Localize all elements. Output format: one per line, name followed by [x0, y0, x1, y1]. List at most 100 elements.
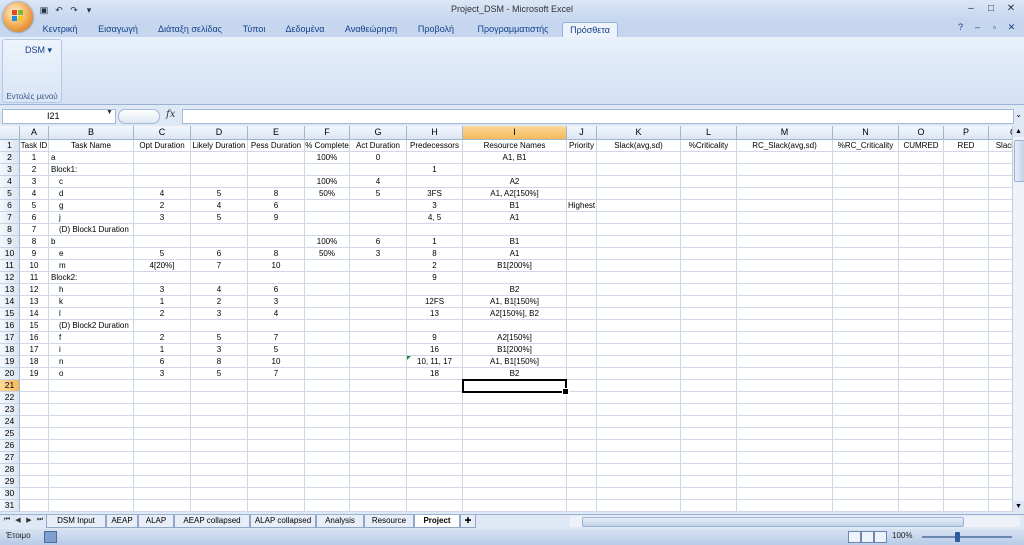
data-cell[interactable]: 4	[350, 176, 406, 188]
tab-insert[interactable]: Εισαγωγή	[92, 22, 144, 37]
tab-review[interactable]: Αναθεώρηση	[340, 22, 402, 37]
data-cell[interactable]: A1	[463, 248, 566, 260]
data-cell[interactable]: B2	[463, 284, 566, 296]
data-cell[interactable]: 10	[248, 356, 304, 368]
data-cell[interactable]: 7	[248, 332, 304, 344]
minimize-icon[interactable]: –	[962, 2, 980, 15]
dsm-menu-button[interactable]: DSM ▾	[25, 45, 52, 56]
data-cell[interactable]: 8	[191, 356, 247, 368]
horizontal-scroll-thumb[interactable]	[582, 517, 964, 527]
data-cell[interactable]: 6	[191, 248, 247, 260]
data-cell[interactable]: d	[59, 188, 63, 200]
data-cell[interactable]: B1[200%]	[463, 344, 566, 356]
data-cell[interactable]: 12	[20, 284, 48, 296]
row-header[interactable]: 16	[0, 320, 20, 332]
sheet-tab[interactable]: DSM Input	[46, 515, 106, 528]
data-cell[interactable]: B1	[463, 200, 566, 212]
vertical-scroll-thumb[interactable]	[1014, 140, 1024, 182]
data-cell[interactable]: 3	[134, 284, 190, 296]
data-cell[interactable]: m	[59, 260, 66, 272]
data-cell[interactable]: B1[200%]	[463, 260, 566, 272]
formula-cancel-enter[interactable]	[118, 109, 160, 124]
row-header[interactable]: 15	[0, 308, 20, 320]
column-title-cell[interactable]: Resource Names	[463, 140, 566, 152]
data-cell[interactable]: 3	[407, 200, 462, 212]
row-header[interactable]: 7	[0, 212, 20, 224]
column-title-cell[interactable]: %RC_Criticality	[833, 140, 898, 152]
error-indicator-icon[interactable]	[407, 356, 411, 360]
row-header[interactable]: 17	[0, 332, 20, 344]
data-cell[interactable]: 7	[248, 368, 304, 380]
data-cell[interactable]: A2[150%]	[463, 332, 566, 344]
sheet-tab[interactable]: AEAP	[106, 515, 138, 528]
spreadsheet-grid[interactable]: ABCDEFGHIJKLMNOPQ 1234567891011121314151…	[0, 126, 1012, 512]
data-cell[interactable]: 6	[20, 212, 48, 224]
zoom-level[interactable]: 100%	[892, 531, 912, 540]
data-cell[interactable]: 1	[407, 236, 462, 248]
data-cell[interactable]: 2	[134, 200, 190, 212]
data-cell[interactable]: 2	[191, 296, 247, 308]
column-title-cell[interactable]: Likely Duration	[191, 140, 247, 152]
row-header[interactable]: 31	[0, 500, 20, 512]
row-header[interactable]: 19	[0, 356, 20, 368]
tab-developer[interactable]: Προγραμματιστής	[470, 22, 556, 37]
column-header-a[interactable]: A	[20, 126, 49, 140]
tab-page-layout[interactable]: Διάταξη σελίδας	[152, 22, 228, 37]
column-header-e[interactable]: E	[248, 126, 305, 140]
data-cell[interactable]: j	[59, 212, 61, 224]
column-header-h[interactable]: H	[407, 126, 463, 140]
data-cell[interactable]: 10	[248, 260, 304, 272]
data-cell[interactable]: 3	[134, 368, 190, 380]
zoom-slider[interactable]	[922, 536, 1012, 538]
column-header-m[interactable]: M	[737, 126, 833, 140]
data-cell[interactable]: 1	[134, 296, 190, 308]
scroll-up-icon[interactable]: ▲	[1013, 126, 1024, 137]
column-header-i[interactable]: I	[463, 126, 567, 140]
data-cell[interactable]: 3	[248, 296, 304, 308]
row-header[interactable]: 8	[0, 224, 20, 236]
data-cell[interactable]: 12FS	[407, 296, 462, 308]
column-title-cell[interactable]: Priority	[567, 140, 596, 152]
data-cell[interactable]: 4	[191, 200, 247, 212]
data-cell[interactable]: 8	[20, 236, 48, 248]
row-header[interactable]: 5	[0, 188, 20, 200]
sheet-tab[interactable]: ALAP	[138, 515, 174, 528]
data-cell[interactable]: 5	[350, 188, 406, 200]
insert-function-icon[interactable]: fx	[166, 109, 175, 120]
data-cell[interactable]: 4	[134, 188, 190, 200]
column-title-cell[interactable]: Task ID	[20, 140, 48, 152]
first-sheet-icon[interactable]: ⏮	[2, 516, 12, 524]
data-cell[interactable]: 9	[407, 332, 462, 344]
data-cell[interactable]: e	[59, 248, 63, 260]
row-header[interactable]: 13	[0, 284, 20, 296]
sheet-tab[interactable]: AEAP collapsed	[174, 515, 250, 528]
data-cell[interactable]: f	[59, 332, 61, 344]
data-cell[interactable]: 6	[248, 284, 304, 296]
column-title-cell[interactable]: Act Duration	[350, 140, 406, 152]
data-cell[interactable]: 50%	[305, 248, 349, 260]
sheet-tab[interactable]: Resource	[364, 515, 414, 528]
last-sheet-icon[interactable]: ⏭	[35, 516, 45, 524]
data-cell[interactable]: 13	[407, 308, 462, 320]
next-sheet-icon[interactable]: ▶	[24, 516, 34, 524]
sheet-tab[interactable]: ALAP collapsed	[250, 515, 316, 528]
sheet-tab[interactable]: Project	[414, 515, 460, 528]
data-cell[interactable]: 15	[20, 320, 48, 332]
column-header-d[interactable]: D	[191, 126, 248, 140]
close-icon[interactable]: ✕	[1002, 2, 1020, 15]
column-header-b[interactable]: B	[49, 126, 134, 140]
data-cell[interactable]: 18	[20, 356, 48, 368]
name-box[interactable]: I21	[2, 109, 116, 124]
row-header[interactable]: 24	[0, 416, 20, 428]
data-cell[interactable]: a	[51, 152, 55, 164]
data-cell[interactable]: 10, 11, 17	[407, 356, 462, 368]
data-cell[interactable]: 3	[350, 248, 406, 260]
column-title-cell[interactable]: Slack/Suc	[989, 140, 1012, 152]
data-cell[interactable]: 5	[191, 188, 247, 200]
row-header[interactable]: 22	[0, 392, 20, 404]
insert-sheet-icon[interactable]: ✚	[460, 515, 476, 528]
data-cell[interactable]: 8	[248, 248, 304, 260]
column-title-cell[interactable]: RED	[944, 140, 988, 152]
select-all-corner[interactable]	[0, 126, 20, 140]
data-cell[interactable]: k	[59, 296, 63, 308]
